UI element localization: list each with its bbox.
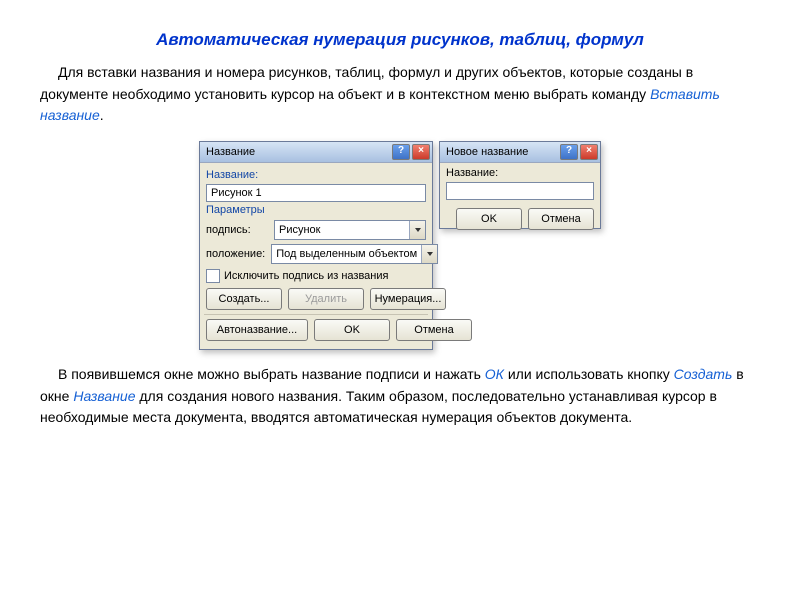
field-label: Название: bbox=[446, 167, 594, 179]
caption-dialog: Название ? × Название: Параметры подпись… bbox=[199, 141, 433, 350]
caption-input[interactable] bbox=[206, 184, 426, 202]
exclude-label: Исключить подпись из названия bbox=[224, 270, 388, 282]
dialog-title: Новое название bbox=[446, 146, 528, 158]
position-row-label: положение: bbox=[206, 248, 265, 260]
cancel-button[interactable]: Отмена bbox=[396, 319, 472, 341]
caption-row-label: подпись: bbox=[206, 224, 268, 236]
new-caption-dialog: Новое название ? × Название: OK Отмена bbox=[439, 141, 601, 229]
params-label: Параметры bbox=[206, 204, 426, 216]
create-button[interactable]: Создать... bbox=[206, 288, 282, 310]
autoname-button[interactable]: Автоназвание... bbox=[206, 319, 308, 341]
delete-button[interactable]: Удалить bbox=[288, 288, 364, 310]
window-ref: Название bbox=[73, 388, 135, 404]
position-combo-value: Под выделенным объектом bbox=[272, 248, 421, 260]
chevron-down-icon[interactable] bbox=[409, 221, 425, 239]
new-caption-input[interactable] bbox=[446, 182, 594, 200]
caption-combo-value: Рисунок bbox=[275, 224, 409, 236]
intro-text-tail: . bbox=[100, 107, 104, 123]
create-ref: Создать bbox=[674, 366, 733, 382]
titlebar: Название ? × bbox=[200, 142, 432, 163]
ok-ref: ОК bbox=[485, 366, 504, 382]
outro-text: В появившемся окне можно выбрать названи… bbox=[58, 366, 485, 382]
exclude-checkbox[interactable] bbox=[206, 269, 220, 283]
ok-button[interactable]: OK bbox=[314, 319, 390, 341]
outro-paragraph: В появившемся окне можно выбрать названи… bbox=[40, 364, 760, 429]
ok-button[interactable]: OK bbox=[456, 208, 522, 230]
help-button[interactable]: ? bbox=[392, 144, 410, 160]
intro-paragraph: Для вставки названия и номера рисунков, … bbox=[40, 62, 760, 127]
cancel-button[interactable]: Отмена bbox=[528, 208, 594, 230]
position-combo[interactable]: Под выделенным объектом bbox=[271, 244, 438, 264]
outro-text: или использовать кнопку bbox=[504, 366, 674, 382]
close-icon[interactable]: × bbox=[412, 144, 430, 160]
field-label: Название: bbox=[206, 169, 426, 181]
close-icon[interactable]: × bbox=[580, 144, 598, 160]
page-title: Автоматическая нумерация рисунков, табли… bbox=[40, 30, 760, 50]
titlebar: Новое название ? × bbox=[440, 142, 600, 163]
numbering-button[interactable]: Нумерация... bbox=[370, 288, 446, 310]
separator bbox=[204, 314, 428, 315]
dialog-title: Название bbox=[206, 146, 255, 158]
dialog-screenshots: Название ? × Название: Параметры подпись… bbox=[40, 141, 760, 350]
help-button[interactable]: ? bbox=[560, 144, 578, 160]
outro-text-tail: для создания нового названия. Таким обра… bbox=[40, 388, 717, 426]
intro-text: Для вставки названия и номера рисунков, … bbox=[40, 64, 693, 102]
caption-combo[interactable]: Рисунок bbox=[274, 220, 426, 240]
chevron-down-icon[interactable] bbox=[421, 245, 437, 263]
